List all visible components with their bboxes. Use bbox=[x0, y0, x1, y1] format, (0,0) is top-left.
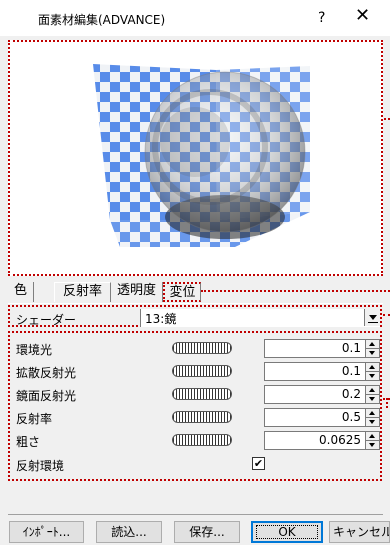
param-input[interactable]: 0.1 bbox=[264, 362, 366, 381]
load-button[interactable]: 読込... bbox=[96, 521, 162, 543]
param-row-reflectance: 反射率 0.5 bbox=[10, 407, 384, 429]
tab-displacement[interactable]: 変位 bbox=[163, 282, 201, 302]
param-label: 粗さ bbox=[16, 435, 41, 449]
param-label: 環境光 bbox=[16, 343, 53, 357]
param-row-diffuse: 拡散反射光 0.1 bbox=[10, 361, 384, 383]
dial-control[interactable] bbox=[172, 434, 232, 446]
annotation-leader-tabs bbox=[201, 290, 390, 292]
param-label: 反射環境 bbox=[16, 459, 65, 473]
param-row-specular: 鏡面反射光 0.2 bbox=[10, 384, 384, 406]
reflection-env-checkbox[interactable]: ✔ bbox=[252, 457, 265, 470]
tab-label: 変位 bbox=[169, 285, 196, 300]
focus-rect bbox=[256, 525, 318, 539]
param-input[interactable]: 0.2 bbox=[264, 385, 366, 404]
title-bar: 面素材編集(ADVANCE) ? ✕ bbox=[0, 0, 390, 36]
material-preview bbox=[8, 40, 383, 276]
param-value: 0.1 bbox=[341, 341, 361, 355]
preview-render bbox=[93, 64, 310, 247]
spin-buttons[interactable] bbox=[366, 431, 380, 450]
param-input[interactable]: 0.5 bbox=[264, 408, 366, 427]
tab-color[interactable]: 色 bbox=[8, 282, 34, 302]
tab-label: 透明度 bbox=[116, 283, 156, 298]
dial-control[interactable] bbox=[172, 411, 232, 423]
spin-buttons[interactable] bbox=[366, 339, 380, 358]
annotation-leader-preview bbox=[384, 118, 390, 120]
spin-buttons[interactable] bbox=[366, 362, 380, 381]
tab-transparency[interactable]: 透明度 bbox=[111, 282, 163, 302]
dial-control[interactable] bbox=[172, 388, 232, 400]
param-row-reflection-env: 反射環境 ✔ bbox=[10, 454, 384, 476]
param-label: 鏡面反射光 bbox=[16, 389, 77, 403]
param-label: 拡散反射光 bbox=[16, 366, 77, 380]
dial-control[interactable] bbox=[172, 365, 232, 377]
tab-label: 反射率 bbox=[62, 284, 102, 299]
tab-divider bbox=[8, 303, 383, 304]
help-button[interactable]: ? bbox=[318, 10, 325, 26]
shader-parameters: 環境光 0.1 拡散反射光 0.1 鏡面反射光 0.2 反射率 0.5 粗さ 0… bbox=[8, 331, 382, 481]
param-input[interactable]: 0.0625 bbox=[264, 431, 366, 450]
annotation-leader-shader bbox=[383, 314, 390, 316]
param-label: 反射率 bbox=[16, 412, 53, 426]
spin-buttons[interactable] bbox=[366, 385, 380, 404]
param-value: 0.0625 bbox=[319, 433, 361, 447]
param-row-roughness: 粗さ 0.0625 bbox=[10, 430, 384, 452]
tab-reflectance[interactable]: 反射率 bbox=[54, 282, 111, 302]
annotation-leader-params-h bbox=[383, 398, 390, 400]
tab-label: 色 bbox=[13, 283, 27, 298]
shader-select[interactable]: 13:鏡 bbox=[140, 309, 380, 327]
param-value: 0.2 bbox=[341, 387, 361, 401]
chevron-down-icon[interactable] bbox=[364, 309, 380, 326]
empty-panel bbox=[8, 484, 383, 515]
shader-row: シェーダー 13:鏡 bbox=[8, 305, 382, 327]
shader-label: シェーダー bbox=[16, 313, 77, 327]
param-row-ambient: 環境光 0.1 bbox=[10, 338, 384, 360]
spin-buttons[interactable] bbox=[366, 408, 380, 427]
close-button[interactable]: ✕ bbox=[355, 7, 370, 25]
param-value: 0.1 bbox=[341, 364, 361, 378]
cancel-button[interactable]: キャンセル bbox=[329, 521, 390, 543]
import-button[interactable]: ｲﾝﾎﾟｰﾄ... bbox=[9, 521, 84, 543]
save-button[interactable]: 保存... bbox=[174, 521, 240, 543]
ok-button[interactable]: OK bbox=[251, 521, 323, 543]
dial-control[interactable] bbox=[172, 342, 232, 354]
param-input[interactable]: 0.1 bbox=[264, 339, 366, 358]
window-title: 面素材編集(ADVANCE) bbox=[38, 13, 166, 27]
shader-value: 13:鏡 bbox=[145, 312, 177, 326]
param-value: 0.5 bbox=[341, 410, 361, 424]
